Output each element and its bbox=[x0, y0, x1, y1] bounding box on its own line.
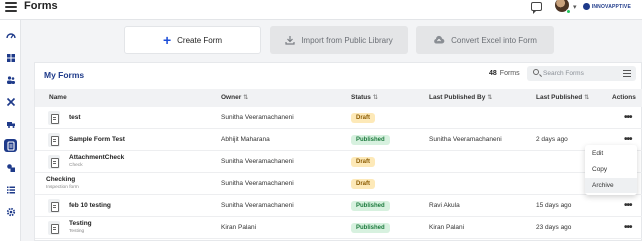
document-icon bbox=[48, 111, 60, 125]
search-icon bbox=[533, 69, 539, 75]
search-box bbox=[527, 66, 636, 81]
col-actions: Actions bbox=[612, 94, 636, 101]
gauge-icon[interactable] bbox=[4, 29, 17, 42]
table-row[interactable]: Testing Testing Kiran Palani Published K… bbox=[35, 217, 642, 239]
cloud-upload-icon bbox=[434, 35, 445, 44]
forms-count: 48 Forms bbox=[489, 70, 520, 77]
chevron-down-icon[interactable]: ▾ bbox=[573, 3, 577, 11]
document-icon bbox=[48, 221, 60, 235]
document-icon bbox=[48, 155, 60, 169]
hamburger-icon[interactable] bbox=[5, 2, 17, 13]
form-name[interactable]: Testing bbox=[69, 220, 92, 227]
convert-excel-label: Convert Excel into Form bbox=[451, 35, 537, 45]
owner-cell: Sunitha Veeramachaneni bbox=[221, 180, 294, 187]
status-badge: Draft bbox=[351, 179, 376, 189]
menu-item-edit[interactable]: Edit bbox=[585, 146, 637, 161]
my-forms-panel: My Forms 48Forms Name Owner⇅ Status⇅ Las… bbox=[34, 62, 642, 241]
form-name[interactable]: AttachmentCheck bbox=[69, 154, 124, 161]
convert-excel-button[interactable]: Convert Excel into Form bbox=[416, 26, 554, 54]
status-badge: Published bbox=[351, 223, 390, 233]
owner-cell: Abhijit Maharana bbox=[221, 136, 270, 143]
gear-icon[interactable] bbox=[4, 205, 17, 218]
page-title: Forms bbox=[24, 0, 58, 12]
status-badge: Draft bbox=[351, 157, 376, 167]
status-badge: Published bbox=[351, 201, 390, 211]
truck-icon[interactable] bbox=[4, 117, 17, 130]
col-name[interactable]: Name bbox=[49, 94, 67, 101]
create-form-label: Create Form bbox=[177, 35, 223, 45]
create-form-button[interactable]: + Create Form bbox=[124, 26, 261, 54]
menu-item-copy[interactable]: Copy bbox=[585, 162, 637, 177]
more-actions-icon[interactable]: ••• bbox=[624, 223, 632, 233]
sort-icon: ⇅ bbox=[243, 95, 249, 101]
brand-logo: INNOVAPPTIVE bbox=[583, 2, 631, 11]
last-published-cell: 23 days ago bbox=[536, 224, 572, 231]
sidebar bbox=[0, 20, 21, 241]
table-row[interactable]: Checking Inspection form Sunitha Veerama… bbox=[35, 173, 642, 195]
row-actions-menu: Edit Copy Archive bbox=[585, 145, 637, 195]
col-last-published[interactable]: Last Published ⇅ bbox=[536, 94, 589, 101]
filter-icon[interactable] bbox=[623, 70, 631, 77]
import-public-library-button[interactable]: Import from Public Library bbox=[270, 26, 408, 54]
status-badge: Published bbox=[351, 135, 390, 145]
owner-cell: Kiran Palani bbox=[221, 224, 257, 231]
last-published-cell: 2 days ago bbox=[536, 136, 568, 143]
owner-cell: Sunitha Veeramachaneni bbox=[221, 114, 294, 121]
tools-icon[interactable] bbox=[4, 95, 17, 108]
form-name[interactable]: Sample Form Test bbox=[69, 136, 125, 143]
form-subtitle: Testing bbox=[69, 229, 85, 234]
col-owner[interactable]: Owner ⇅ bbox=[221, 94, 248, 101]
last-published-by-cell: Kiran Palani bbox=[429, 224, 465, 231]
sort-icon: ⇅ bbox=[372, 95, 378, 101]
table-row[interactable]: feb 10 testing Sunitha Veeramachaneni Pu… bbox=[35, 195, 642, 217]
table-row[interactable]: test Sunitha Veeramachaneni Draft ••• bbox=[35, 107, 642, 129]
chat-icon[interactable] bbox=[531, 2, 542, 14]
plus-icon: + bbox=[162, 32, 172, 48]
brand-logo-mark bbox=[583, 3, 590, 10]
form-subtitle: Inspection form bbox=[46, 185, 79, 190]
menu-item-archive[interactable]: Archive bbox=[585, 178, 637, 193]
owner-cell: Sunitha Veeramachaneni bbox=[221, 158, 294, 165]
col-status[interactable]: Status ⇅ bbox=[351, 94, 378, 101]
grid-icon[interactable] bbox=[4, 51, 17, 64]
last-published-by-cell: Ravi Akula bbox=[429, 202, 460, 209]
my-forms-title: My Forms bbox=[44, 70, 85, 80]
import-label: Import from Public Library bbox=[301, 35, 393, 45]
last-published-by-cell: Sunitha Veeramachaneni bbox=[429, 136, 502, 143]
more-actions-icon[interactable]: ••• bbox=[624, 201, 632, 211]
owner-cell: Sunitha Veeramachaneni bbox=[221, 202, 294, 209]
table-header: Name Owner ⇅ Status ⇅ Last Published By ⇅ L… bbox=[35, 89, 642, 107]
sort-icon: ⇅ bbox=[584, 95, 590, 101]
sort-icon: ⇅ bbox=[487, 95, 493, 101]
more-actions-icon[interactable]: ••• bbox=[624, 113, 632, 123]
last-published-cell: 15 days ago bbox=[536, 202, 572, 209]
more-actions-icon[interactable]: ••• bbox=[624, 135, 632, 145]
table-row[interactable]: Sample Form Test Abhijit Maharana Publis… bbox=[35, 129, 642, 151]
online-status-dot bbox=[566, 9, 571, 14]
shapes-icon[interactable] bbox=[4, 161, 17, 174]
search-input[interactable] bbox=[543, 68, 615, 79]
col-last-published-by[interactable]: Last Published By ⇅ bbox=[429, 94, 492, 101]
list-icon[interactable] bbox=[4, 183, 17, 196]
form-subtitle: Check bbox=[69, 163, 83, 168]
forms-icon[interactable] bbox=[4, 139, 17, 152]
forms-count-label: Forms bbox=[499, 70, 520, 77]
status-badge: Draft bbox=[351, 113, 376, 123]
form-name[interactable]: feb 10 testing bbox=[69, 202, 111, 209]
download-icon bbox=[285, 36, 295, 45]
forms-count-number: 48 bbox=[489, 70, 497, 77]
table-row[interactable]: AttachmentCheck Check Sunitha Veeramacha… bbox=[35, 151, 642, 173]
form-name[interactable]: test bbox=[69, 114, 81, 121]
document-icon bbox=[48, 199, 60, 213]
document-icon bbox=[48, 133, 60, 147]
top-bar: Forms ▾ INNOVAPPTIVE bbox=[0, 0, 642, 20]
form-name[interactable]: Checking bbox=[46, 176, 75, 183]
people-icon[interactable] bbox=[4, 73, 17, 86]
brand-logo-text: INNOVAPPTIVE bbox=[591, 3, 631, 10]
